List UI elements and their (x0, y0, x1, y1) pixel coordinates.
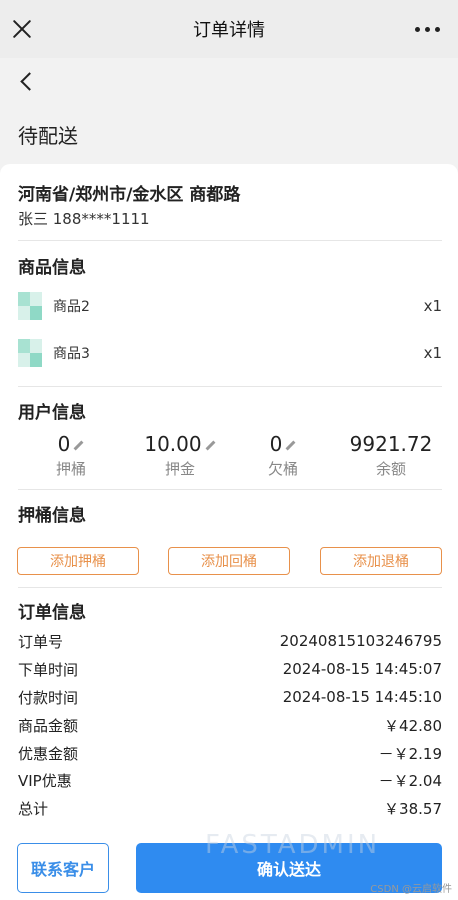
goods-qty: x1 (423, 297, 442, 315)
order-info-row: 订单号 20240815103246795 (18, 629, 442, 653)
stat-value: 0 (57, 432, 71, 456)
user-section-title: 用户信息 (18, 403, 86, 423)
stat-label: 欠桶 (267, 460, 298, 478)
page-title: 订单详情 (193, 20, 265, 41)
delivery-address: 河南省/郑州市/金水区 商都路 (18, 185, 241, 205)
goods-qty: x1 (423, 344, 442, 362)
header-area: 待配送 (0, 58, 458, 164)
divider (18, 587, 442, 588)
order-info-value: ￥38.57 (384, 799, 442, 818)
divider (18, 386, 442, 387)
edit-pencil-icon[interactable] (285, 440, 296, 451)
close-icon[interactable] (12, 19, 32, 39)
contact-info: 张三 188****1111 (18, 210, 150, 228)
stat-deposit-buckets[interactable]: 0 押桶 (46, 432, 96, 479)
stat-owed-buckets[interactable]: 0 欠桶 (258, 432, 308, 479)
edit-pencil-icon[interactable] (73, 440, 84, 451)
order-info-key: 付款时间 (18, 688, 79, 707)
stat-value: 0 (269, 432, 283, 456)
title-bar: 订单详情 (0, 0, 458, 58)
order-info-key: 订单号 (18, 632, 64, 651)
order-info-key: VIP优惠 (18, 771, 72, 790)
order-info-key: 总计 (18, 799, 49, 818)
order-info-key: 下单时间 (18, 660, 79, 679)
product-thumbnail (18, 339, 42, 367)
product-thumbnail (18, 292, 42, 320)
order-info-value: －￥2.04 (378, 771, 442, 790)
order-info-key: 商品金额 (18, 716, 79, 735)
stat-label: 押桶 (55, 460, 86, 478)
order-info-row: 下单时间 2024-08-15 14:45:07 (18, 657, 442, 681)
edit-pencil-icon[interactable] (205, 440, 216, 451)
user-stats: 0 押桶 10.00 押金 0 欠桶 9921.72 余额 (18, 432, 442, 478)
order-info-value: ￥42.80 (384, 716, 442, 735)
order-info-value: 2024-08-15 14:45:10 (282, 688, 442, 706)
order-section-title: 订单信息 (18, 603, 86, 623)
add-return-bucket-button[interactable]: 添加回桶 (168, 547, 290, 575)
order-info-row: 优惠金额 －￥2.19 (18, 741, 442, 765)
bucket-section-title: 押桶信息 (18, 506, 86, 526)
divider (18, 489, 442, 490)
order-info-row: 付款时间 2024-08-15 14:45:10 (18, 685, 442, 709)
order-status: 待配送 (18, 124, 78, 148)
order-info-row: VIP优惠 －￥2.04 (18, 768, 442, 792)
back-arrow-icon[interactable] (17, 70, 37, 94)
add-refund-bucket-button[interactable]: 添加退桶 (320, 547, 442, 575)
divider (18, 240, 442, 241)
stat-label: 余额 (375, 460, 406, 478)
goods-name: 商品2 (53, 299, 90, 315)
order-info-key: 优惠金额 (18, 744, 79, 763)
goods-name: 商品3 (53, 346, 90, 362)
order-info-row: 商品金额 ￥42.80 (18, 713, 442, 737)
order-info-value: 2024-08-15 14:45:07 (282, 660, 442, 678)
add-deposit-bucket-button[interactable]: 添加押桶 (17, 547, 139, 575)
stat-label: 押金 (164, 460, 195, 478)
goods-section-title: 商品信息 (18, 258, 86, 278)
goods-item: 商品3 x1 (18, 338, 442, 368)
stat-value: 9921.72 (349, 432, 433, 456)
footer-credit: CSDN @云启软件 (370, 884, 452, 895)
contact-customer-button[interactable]: 联系客户 (17, 843, 109, 893)
more-dots-icon[interactable] (415, 27, 440, 32)
order-info-value: －￥2.19 (378, 744, 442, 763)
goods-item: 商品2 x1 (18, 291, 442, 321)
order-info-row: 总计 ￥38.57 (18, 796, 442, 820)
order-info-value: 20240815103246795 (279, 632, 442, 650)
stat-value: 10.00 (144, 432, 202, 456)
stat-balance: 9921.72 余额 (344, 432, 438, 479)
stat-deposit-amount[interactable]: 10.00 押金 (132, 432, 228, 479)
